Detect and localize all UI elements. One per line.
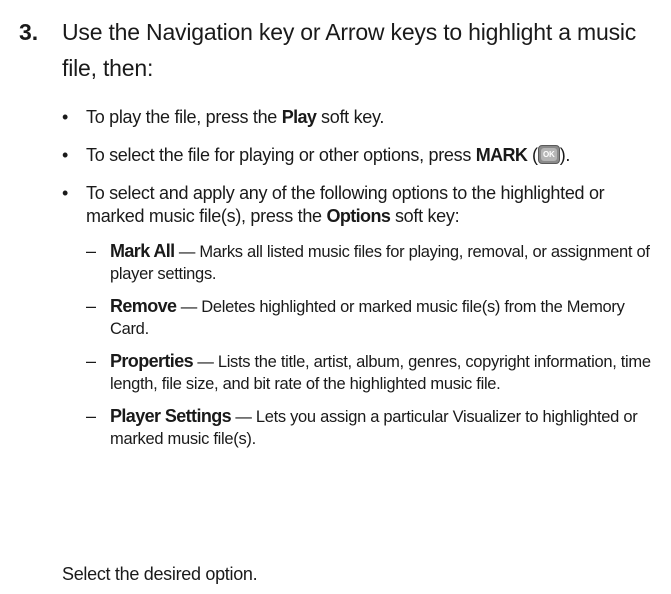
bullet-options: • To select and apply any of the followi… bbox=[62, 183, 605, 226]
play-softkey-label: Play bbox=[281, 107, 317, 127]
option-term: Remove bbox=[110, 296, 177, 316]
final-instruction: Select the desired option. bbox=[62, 564, 258, 584]
option-term: Mark All bbox=[110, 241, 175, 261]
step-instruction: Use the Navigation key or Arrow keys to … bbox=[62, 19, 637, 81]
bullet-play: • To play the file, press the Play soft … bbox=[62, 107, 385, 127]
mark-label: MARK bbox=[475, 145, 528, 165]
option-term: Properties bbox=[110, 351, 194, 371]
step-number: 3. bbox=[19, 19, 39, 45]
bullet-mark: • To select the file for playing or othe… bbox=[62, 145, 571, 165]
options-softkey-label: Options bbox=[326, 206, 391, 226]
bullet-dot: • bbox=[62, 145, 69, 165]
dash-marker: – bbox=[86, 296, 96, 316]
dash-marker: – bbox=[86, 241, 96, 261]
dash-marker: – bbox=[86, 406, 96, 426]
dash-marker: – bbox=[86, 351, 96, 371]
option-term: Player Settings bbox=[110, 406, 232, 426]
option-properties: – Properties — Lists the title, artist, … bbox=[86, 350, 666, 395]
bullet-list: • To play the file, press the Play soft … bbox=[62, 106, 667, 460]
bullet-dot: • bbox=[62, 183, 69, 203]
option-remove: – Remove — Deletes highlighted or marked… bbox=[86, 295, 666, 340]
options-list: – Mark All — Marks all listed music file… bbox=[86, 240, 666, 450]
bullet-dot: • bbox=[62, 107, 69, 127]
option-description: — Deletes highlighted or marked music fi… bbox=[110, 298, 625, 338]
manual-page: 3. Use the Navigation key or Arrow keys … bbox=[0, 0, 671, 594]
option-player-settings: – Player Settings — Lets you assign a pa… bbox=[86, 405, 666, 450]
option-description: — Marks all listed music files for playi… bbox=[110, 243, 650, 283]
option-mark-all: – Mark All — Marks all listed music file… bbox=[86, 240, 666, 285]
ok-key-icon: OK bbox=[537, 145, 560, 164]
